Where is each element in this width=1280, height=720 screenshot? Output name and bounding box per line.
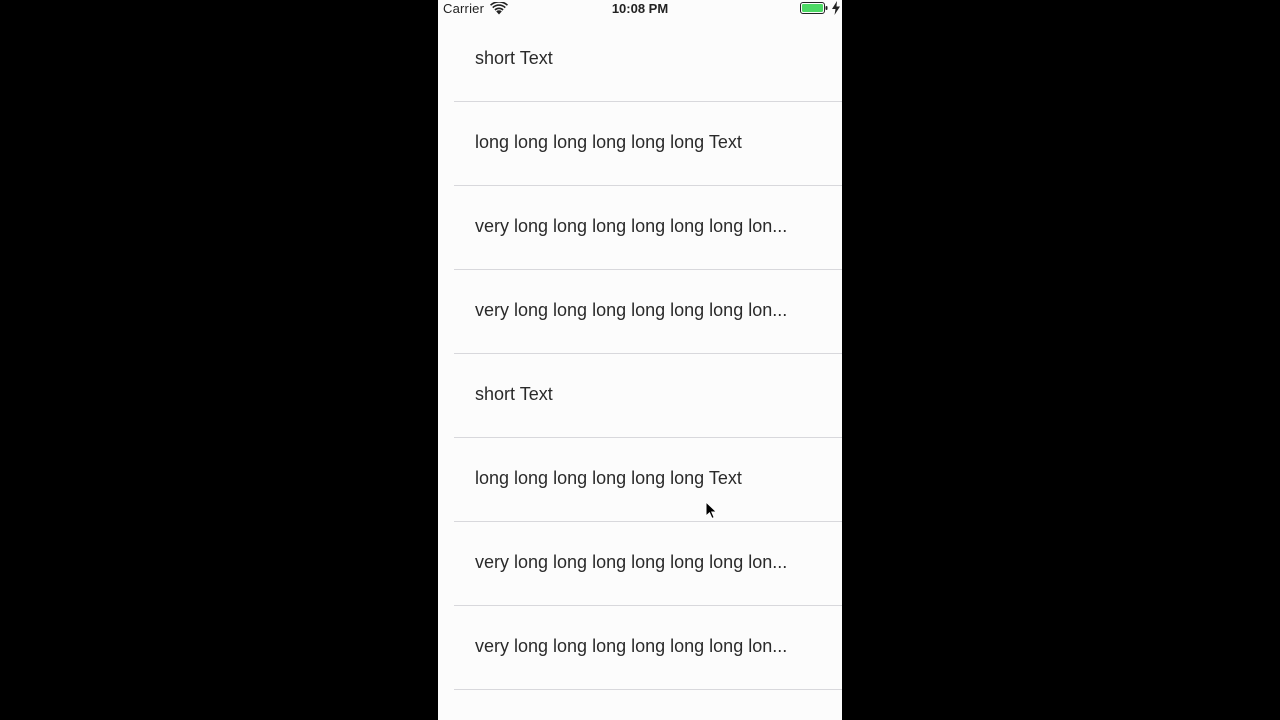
phone-screen: Carrier 10:08 PM short Text long long lo…: [438, 0, 842, 720]
row-label: very long long long long long long lon..…: [475, 216, 788, 236]
table-row[interactable]: long long long long long long Text: [454, 102, 842, 186]
table-row[interactable]: very long long long long long long lon..…: [454, 606, 842, 690]
status-time: 10:08 PM: [611, 1, 669, 16]
row-label: very long long long long long long lon..…: [475, 636, 788, 656]
pointer-cursor-icon: [705, 501, 718, 520]
table-row[interactable]: very long long long long long long lon..…: [454, 522, 842, 606]
table-view[interactable]: short Text long long long long long long…: [438, 18, 842, 690]
row-label: short Text: [475, 48, 553, 68]
table-row[interactable]: very long long long long long long lon..…: [454, 186, 842, 270]
row-label: long long long long long long Text: [475, 468, 742, 488]
row-label: very long long long long long long lon..…: [475, 300, 788, 320]
row-label: long long long long long long Text: [475, 132, 742, 152]
table-row[interactable]: very long long long long long long lon..…: [454, 270, 842, 354]
table-row[interactable]: long long long long long long Text: [454, 438, 842, 522]
row-label: very long long long long long long lon..…: [475, 552, 788, 572]
status-bar: Carrier 10:08 PM: [438, 0, 842, 18]
row-label: short Text: [475, 384, 553, 404]
bolt-icon: [832, 1, 840, 15]
table-row[interactable]: short Text: [454, 354, 842, 438]
battery-icon: [800, 2, 828, 14]
table-row[interactable]: short Text: [454, 18, 842, 102]
